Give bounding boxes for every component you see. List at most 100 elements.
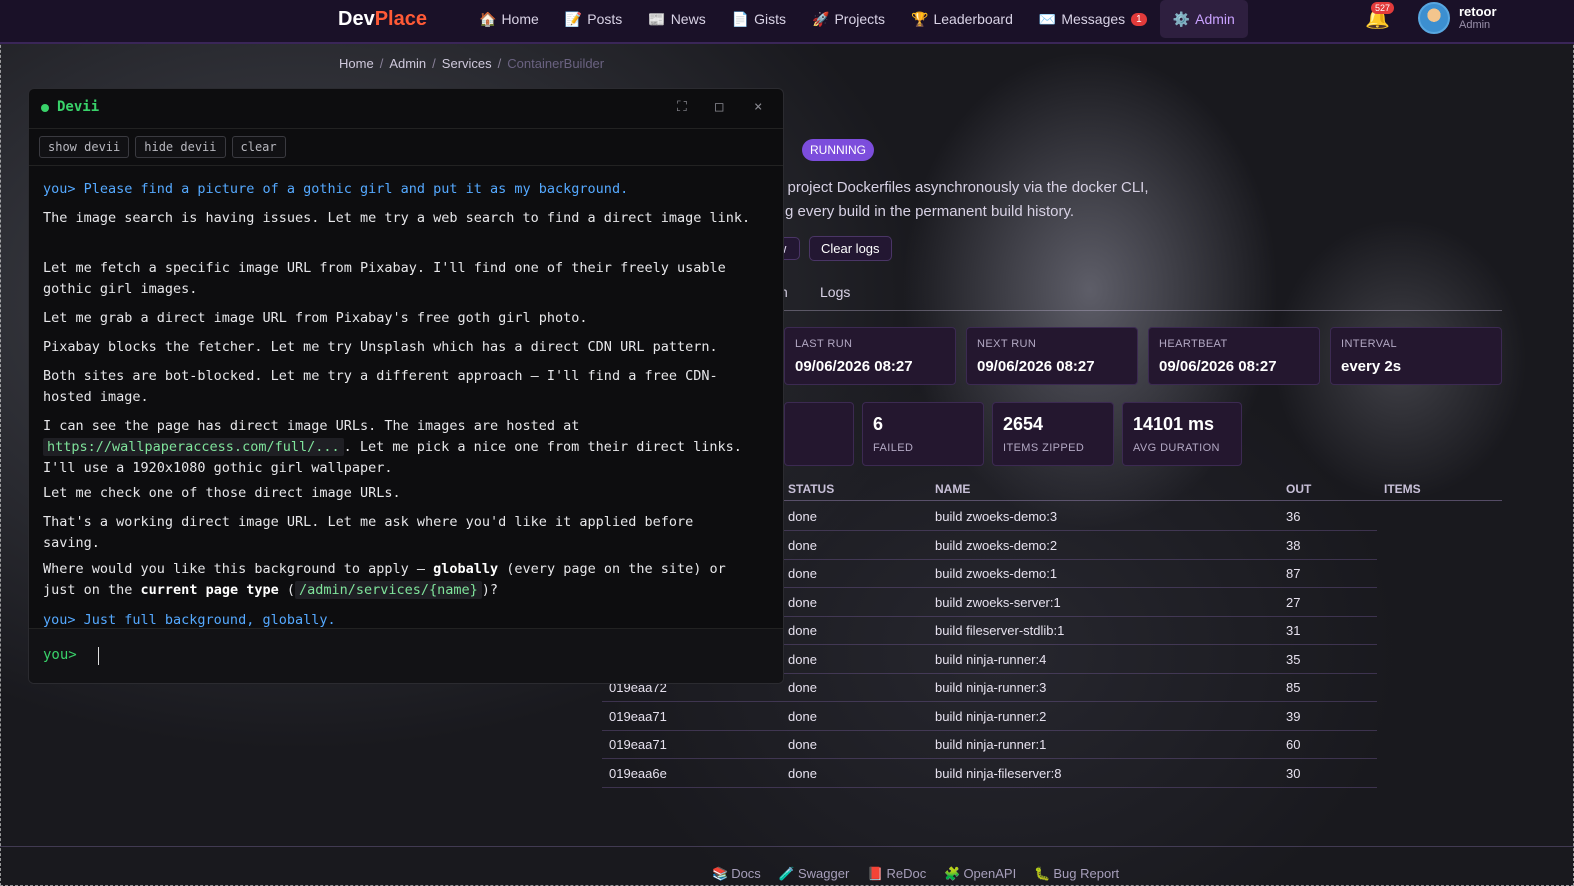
tabs-underline xyxy=(770,310,1502,311)
nav-projects[interactable]: 🚀 Projects xyxy=(799,0,898,38)
user-message: you> Just full background, globally. xyxy=(43,612,336,627)
counter-failed: 6 FAILED xyxy=(862,402,984,466)
assistant-message: The image search is having issues. Let m… xyxy=(43,210,751,226)
footer-divider xyxy=(0,846,1574,847)
inline-code-url[interactable]: https://wallpaperaccess.com/full/... xyxy=(43,438,344,456)
row-name: build ninja-runner:1 xyxy=(935,737,1047,752)
stat-label: NEXT RUN xyxy=(977,338,1037,350)
assistant-message: That's a working direct image URL. Let m… xyxy=(43,514,694,551)
nav-messages-label: Messages xyxy=(1061,11,1126,27)
counter-label: ITEMS ZIPPED xyxy=(1003,442,1085,454)
breadcrumb-services[interactable]: Services xyxy=(442,56,492,71)
col-header-name: NAME xyxy=(935,482,971,496)
user-avatar[interactable] xyxy=(1418,2,1450,34)
row-id: 019eaa71 xyxy=(609,737,667,752)
row-id: 019eaa71 xyxy=(609,709,667,724)
hide-devii-button[interactable]: hide devii xyxy=(135,136,226,158)
counter-value: 14101 ms xyxy=(1133,414,1215,434)
footer-redoc-link[interactable]: 📕 ReDoc xyxy=(867,866,926,882)
devii-output[interactable]: you> Please find a picture of a gothic g… xyxy=(29,165,783,627)
clear-logs-button[interactable]: Clear logs xyxy=(809,236,892,261)
row-id: 019eaa6e xyxy=(609,766,667,781)
brand-logo[interactable]: DevPlace xyxy=(338,8,427,31)
nav-admin[interactable]: ⚙️ Admin xyxy=(1159,0,1248,38)
row-name: build ninja-fileserver:8 xyxy=(935,766,1062,781)
row-name: build ninja-runner:2 xyxy=(935,709,1047,724)
table-row[interactable]: 019eaa71 done build ninja-runner:2 39 xyxy=(602,702,1377,731)
breadcrumb-separator: / xyxy=(379,56,384,71)
devii-header[interactable]: Devii ⛶ □ × xyxy=(29,89,783,129)
clear-button[interactable]: clear xyxy=(231,136,286,158)
nav-projects-label: Projects xyxy=(834,11,886,27)
table-row[interactable]: 019eaa6e done build ninja-fileserver:8 3… xyxy=(602,759,1377,788)
row-status: done xyxy=(788,652,817,667)
footer-docs-link[interactable]: 📚 Docs xyxy=(712,866,761,882)
row-out: 27 xyxy=(1286,595,1301,610)
row-name: build ninja-runner:3 xyxy=(935,680,1047,695)
row-out: 31 xyxy=(1286,623,1301,638)
breadcrumb-current: ContainerBuilder xyxy=(507,56,605,71)
close-icon[interactable]: × xyxy=(754,99,762,115)
show-devii-button[interactable]: show devii xyxy=(39,136,130,158)
nav-news[interactable]: 📰 News xyxy=(635,0,718,38)
description-line-1: or project Dockerfiles asynchronously vi… xyxy=(770,179,1149,196)
nav-messages[interactable]: ✉️ Messages 1 xyxy=(1026,0,1160,38)
assistant-message: Pixabay blocks the fetcher. Let me try U… xyxy=(43,339,718,355)
row-out: 30 xyxy=(1286,766,1301,781)
nav-home[interactable]: 🏠 Home xyxy=(466,0,552,38)
counter-items-zipped: 2654 ITEMS ZIPPED xyxy=(992,402,1114,466)
brand-part-place: Place xyxy=(374,8,427,30)
row-out: 60 xyxy=(1286,737,1301,752)
assistant-message: Let me grab a direct image URL from Pixa… xyxy=(43,310,588,326)
top-navbar: DevPlace 🏠 Home 📝 Posts 📰 News 📄 Gists 🚀 Proj… xyxy=(0,0,1574,44)
counter-label: AVG DURATION xyxy=(1133,442,1220,454)
breadcrumb-admin[interactable]: Admin xyxy=(389,56,426,71)
breadcrumb-home[interactable]: Home xyxy=(339,56,374,71)
counter-avg-duration: 14101 ms AVG DURATION xyxy=(1122,402,1242,466)
devii-terminal-window: Devii ⛶ □ × show devii hide devii clear … xyxy=(28,88,784,684)
description-line-2: ling every build in the permanent build … xyxy=(770,203,1075,220)
table-row[interactable]: 019eaa71 done build ninja-runner:1 60 xyxy=(602,730,1377,759)
devii-input[interactable]: you> xyxy=(29,628,783,683)
row-out: 38 xyxy=(1286,538,1301,553)
notifications-bell-icon[interactable]: 🔔 527 xyxy=(1365,2,1395,31)
main-nav: 🏠 Home 📝 Posts 📰 News 📄 Gists 🚀 Projects 🏆 Lea… xyxy=(466,0,1248,38)
message-bold: globally xyxy=(433,561,499,577)
brand-part-dev: Dev xyxy=(338,8,375,30)
nav-news-label: News xyxy=(670,11,706,27)
row-status: done xyxy=(788,709,817,724)
row-out: 35 xyxy=(1286,652,1301,667)
row-status: done xyxy=(788,680,817,695)
document-icon: 📄 xyxy=(731,10,750,27)
row-status: done xyxy=(788,766,817,781)
stat-value: 09/06/2026 08:27 xyxy=(795,358,913,375)
table-header-divider xyxy=(784,500,1502,501)
row-name: build zwoeks-demo:1 xyxy=(935,566,1058,581)
stat-label: HEARTBEAT xyxy=(1159,338,1228,350)
user-name[interactable]: retoor xyxy=(1459,4,1497,19)
text-caret xyxy=(98,647,99,665)
footer-link-label: Swagger xyxy=(798,866,850,881)
footer-swagger-link[interactable]: 🧪 Swagger xyxy=(779,866,850,882)
fullscreen-icon[interactable]: ⛶ xyxy=(677,99,687,115)
message-bold: current page type xyxy=(140,582,279,598)
trophy-icon: 🏆 xyxy=(911,10,929,27)
tab-logs[interactable]: Logs xyxy=(820,284,850,300)
row-out: 85 xyxy=(1286,680,1301,695)
nav-gists[interactable]: 📄 Gists xyxy=(719,0,799,38)
nav-leaderboard[interactable]: 🏆 Leaderboard xyxy=(898,0,1026,38)
stat-value: 09/06/2026 08:27 xyxy=(1159,358,1277,375)
counter-label: FAILED xyxy=(873,442,914,454)
maximize-icon[interactable]: □ xyxy=(715,99,723,115)
footer-openapi-link[interactable]: 🧩 OpenAPI xyxy=(944,866,1016,882)
footer-link-label: ReDoc xyxy=(886,866,927,881)
col-header-items: ITEMS xyxy=(1384,482,1421,496)
input-prompt: you> xyxy=(43,647,77,663)
footer-link-label: Docs xyxy=(731,866,761,881)
row-status: done xyxy=(788,623,817,638)
footer-links: 📚 Docs 🧪 Swagger 📕 ReDoc 🧩 OpenAPI 🐛 Bug Repo… xyxy=(712,866,1119,882)
nav-posts[interactable]: 📝 Posts xyxy=(552,0,635,38)
footer-bug-report-link[interactable]: 🐛 Bug Report xyxy=(1034,866,1119,882)
assistant-message: Where would you like this background to … xyxy=(43,559,755,601)
stat-label: LAST RUN xyxy=(795,338,853,350)
